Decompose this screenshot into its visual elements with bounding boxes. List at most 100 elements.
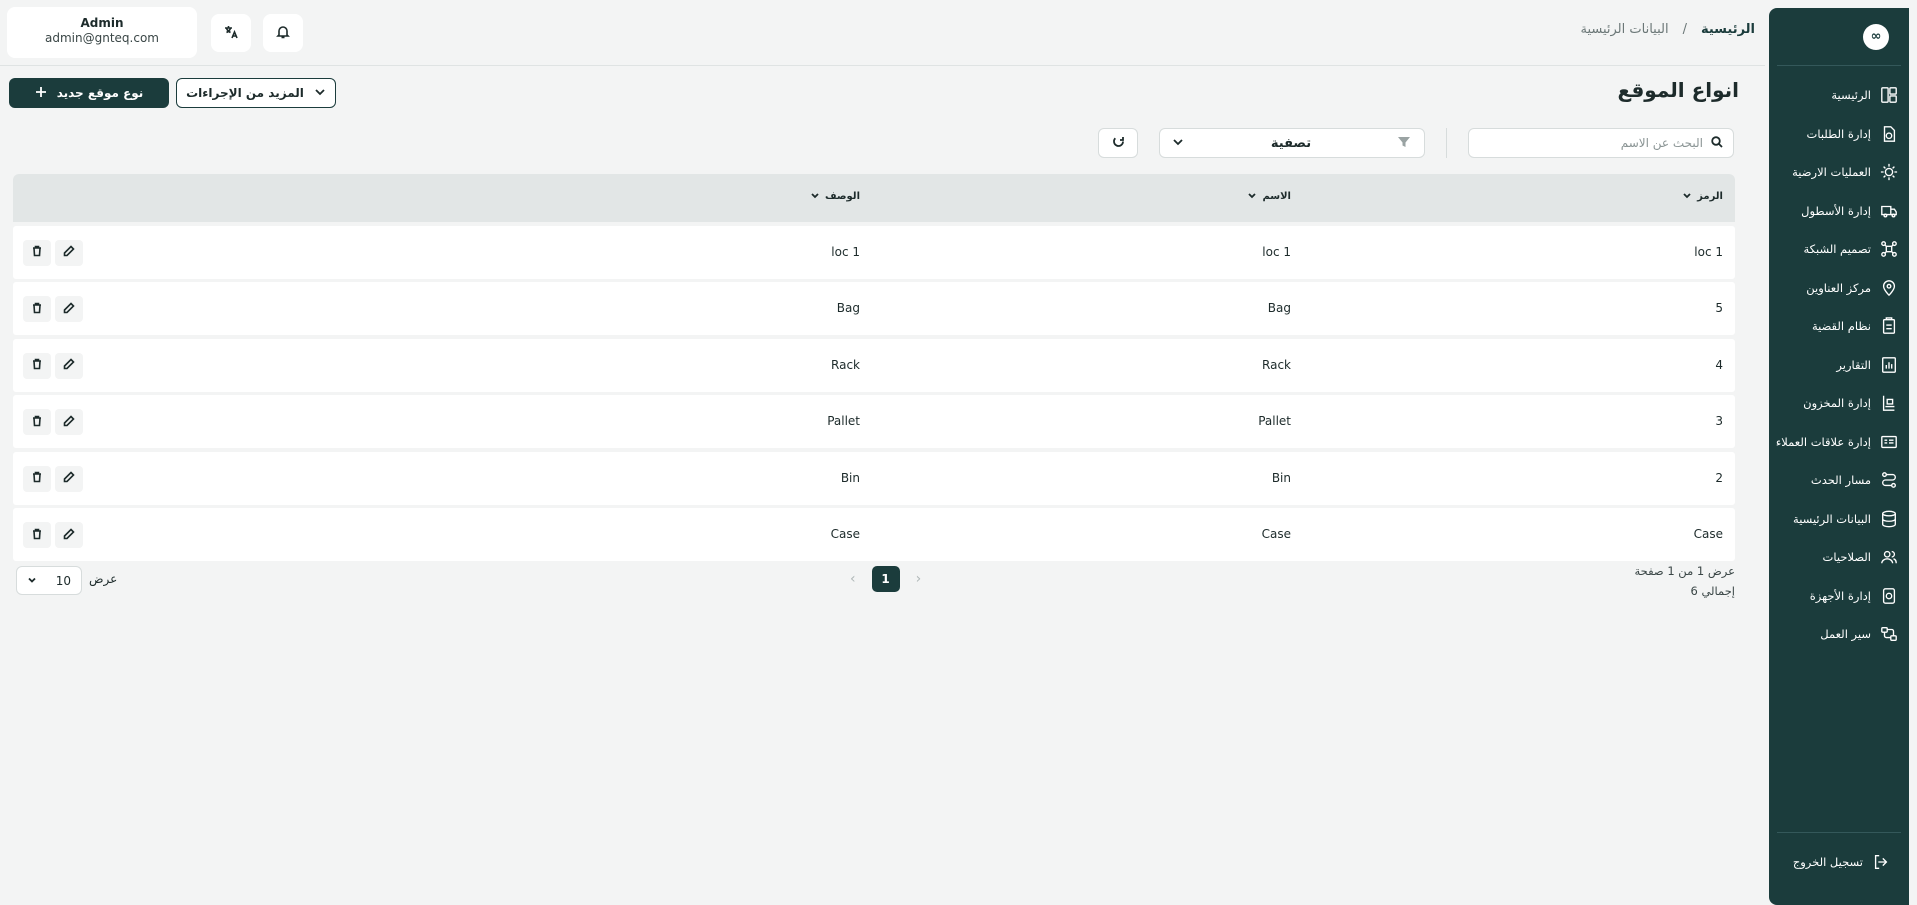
delete-button[interactable] [23, 522, 51, 548]
breadcrumb-home[interactable]: الرئيسية [1701, 22, 1755, 37]
edit-button[interactable] [55, 296, 83, 322]
sidebar-item-label: الرئيسية [1831, 88, 1871, 103]
cell-description: Rack [831, 357, 860, 372]
sidebar-item-permissions[interactable]: الصلاحيات [1769, 538, 1909, 577]
sidebar-item-label: نظام القضية [1811, 319, 1871, 334]
refresh-icon [1112, 135, 1125, 151]
page-info: عرض 1 من 1 صفحة إجمالي 6 [1635, 561, 1736, 601]
sidebar: ∞ الرئيسية إدارة الطلبات العمليات الارضي… [1769, 8, 1909, 905]
cell-description: Bin [840, 470, 860, 485]
page-title: انواع الموقع [1617, 78, 1739, 102]
sidebar-item-addresses[interactable]: مركز العناوين [1769, 269, 1909, 308]
cell-name: Bag [1267, 301, 1291, 315]
column-label: الاسم [1262, 191, 1291, 202]
column-header-name[interactable]: الاسم [1248, 191, 1291, 202]
cell-name: Bin [1271, 470, 1291, 485]
user-card[interactable]: Admin admin@gnteq.com [7, 7, 197, 58]
more-actions-button[interactable]: المزيد من الإجراءات [176, 78, 336, 108]
logo-area: ∞ [1777, 8, 1901, 66]
column-header-code[interactable]: الرمز [1683, 191, 1723, 202]
next-page-button[interactable]: › [916, 571, 922, 587]
cell-name: Rack [1262, 357, 1291, 372]
sidebar-item-fleet[interactable]: إدارة الأسطول [1769, 192, 1909, 231]
breadcrumb-separator: / [1682, 22, 1687, 37]
column-header-description[interactable]: الوصف [811, 191, 860, 202]
cell-code: Case [1693, 527, 1723, 541]
cell-description: Bag [836, 301, 860, 315]
more-actions-label: المزيد من الإجراءات [186, 86, 304, 100]
app-logo[interactable]: ∞ [1863, 23, 1889, 50]
delete-button[interactable] [23, 465, 51, 492]
sidebar-item-workflow[interactable]: سير العمل [1769, 615, 1909, 654]
column-label: الرمز [1697, 191, 1723, 202]
edit-button[interactable] [55, 409, 83, 435]
sidebar-item-orders[interactable]: إدارة الطلبات [1769, 115, 1909, 154]
edit-button[interactable] [55, 465, 83, 492]
notifications-button[interactable] [263, 14, 303, 52]
user-email: admin@gnteq.com [45, 31, 159, 45]
delete-button[interactable] [23, 352, 51, 379]
pencil-icon [63, 245, 75, 260]
refresh-button[interactable] [1098, 128, 1138, 158]
pencil-icon [63, 358, 75, 373]
filter-icon [1398, 136, 1410, 151]
cell-description: loc 1 [831, 244, 860, 259]
row-actions [23, 409, 83, 435]
cell-name: loc 1 [1262, 244, 1291, 259]
per-page-label: عرض [89, 572, 118, 586]
logout-button[interactable]: تسجيل الخروج [1777, 843, 1901, 882]
sidebar-item-label: مركز العناوين [1806, 280, 1871, 295]
breadcrumb-current[interactable]: البيانات الرئيسية [1580, 22, 1668, 37]
sidebar-item-network[interactable]: تصميم الشبكة [1769, 230, 1909, 269]
table-header: الرمز الاسم الوصف [13, 174, 1735, 222]
search-input[interactable] [1479, 136, 1703, 150]
chevron-down-icon [27, 574, 37, 588]
sidebar-item-devices[interactable]: إدارة الأجهزة [1769, 577, 1909, 616]
pencil-icon [63, 527, 75, 543]
pencil-icon [63, 414, 75, 430]
translate-icon [224, 25, 238, 42]
divider [1446, 128, 1447, 158]
edit-button[interactable] [55, 522, 83, 548]
sidebar-nav: الرئيسية إدارة الطلبات العمليات الارضية … [1769, 66, 1909, 654]
sidebar-item-reports[interactable]: التقارير [1769, 346, 1909, 385]
cell-code: 3 [1715, 414, 1723, 428]
language-button[interactable] [211, 14, 251, 52]
logout-icon [1871, 852, 1891, 872]
delete-button[interactable] [23, 409, 51, 435]
edit-button[interactable] [55, 352, 83, 379]
pencil-icon [63, 471, 75, 486]
new-location-type-button[interactable]: نوع موقع جديد [9, 78, 169, 108]
filter-dropdown[interactable]: تصفية [1159, 128, 1425, 158]
logout-label: تسجيل الخروج [1792, 854, 1863, 869]
delete-button[interactable] [23, 239, 51, 266]
delete-button[interactable] [23, 296, 51, 322]
sort-chevron-icon [811, 191, 819, 202]
sidebar-item-case[interactable]: نظام القضية [1769, 307, 1909, 346]
new-button-label: نوع موقع جديد [56, 86, 144, 100]
row-actions [23, 296, 83, 322]
prev-page-button[interactable]: ‹ [850, 571, 856, 587]
sidebar-item-event-route[interactable]: مسار الحدث [1769, 461, 1909, 500]
location-types-table: الرمز الاسم الوصف loc 1 loc 1 loc 1 5 Bag Bag… [13, 174, 1735, 561]
edit-button[interactable] [55, 239, 83, 266]
cell-name: Pallet [1258, 414, 1291, 428]
cell-name: Case [1261, 527, 1291, 541]
row-actions [23, 239, 83, 266]
per-page-select[interactable]: 10 [16, 566, 82, 595]
network-icon [1879, 239, 1899, 259]
bell-icon [276, 25, 290, 42]
total-count: إجمالي 6 [1690, 584, 1735, 598]
sidebar-item-label: البيانات الرئيسية [1793, 511, 1871, 526]
reports-icon [1879, 355, 1899, 375]
sidebar-item-ground-ops[interactable]: العمليات الارضية [1769, 153, 1909, 192]
sidebar-item-label: إدارة الطلبات [1806, 126, 1872, 141]
page-button-current[interactable]: 1 [871, 566, 900, 592]
sidebar-item-crm[interactable]: إدارة علاقات العملاء [1769, 423, 1909, 462]
sidebar-item-home[interactable]: الرئيسية [1769, 76, 1909, 115]
truck-icon [1879, 201, 1899, 221]
sidebar-item-master-data[interactable]: البيانات الرئيسية [1769, 500, 1909, 539]
database-icon [1879, 509, 1899, 529]
sort-chevron-icon [1683, 191, 1691, 202]
sidebar-item-inventory[interactable]: إدارة المخزون [1769, 384, 1909, 423]
